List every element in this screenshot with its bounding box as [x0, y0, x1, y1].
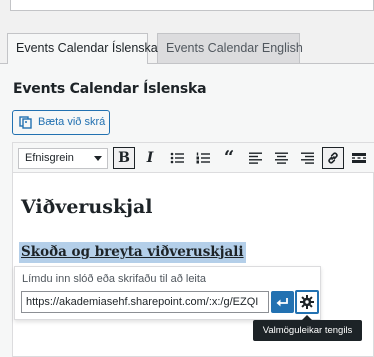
link-options-button[interactable] — [295, 290, 319, 314]
align-left-icon[interactable] — [244, 147, 266, 169]
apply-link-button[interactable] — [271, 291, 294, 313]
content-link-selected[interactable]: Skoða og breyta viðveruskjali — [19, 242, 246, 263]
bold-icon[interactable]: B — [113, 147, 135, 169]
content-heading: Viðveruskjal — [21, 196, 153, 218]
url-input[interactable]: https://akademiasehf.sharepoint.com/:x:/… — [21, 291, 269, 313]
field-title: Events Calendar Íslenska — [13, 81, 207, 97]
top-text-field[interactable] — [10, 0, 374, 11]
blockquote-icon[interactable]: “ — [218, 147, 240, 169]
enter-arrow-icon — [276, 297, 288, 306]
add-media-label: Bæta við skrá — [38, 116, 106, 128]
tab-events-calendar-english[interactable]: Events Calendar English — [157, 33, 303, 63]
gear-icon — [300, 295, 314, 309]
add-media-icon — [19, 116, 32, 129]
link-icon[interactable] — [322, 147, 344, 169]
format-select[interactable]: Efnisgrein — [18, 148, 108, 169]
read-more-icon[interactable] — [348, 147, 370, 169]
tab-events-calendar-islenska[interactable]: Events Calendar Íslenska — [7, 33, 158, 64]
italic-icon[interactable]: I — [139, 147, 161, 169]
add-media-button[interactable]: Bæta við skrá — [12, 110, 110, 135]
link-popup-hint: Límdu inn slóð eða skrifaðu til að leita — [22, 273, 207, 285]
link-options-tooltip: Valmöguleikar tengils — [253, 315, 362, 341]
chevron-down-icon — [94, 156, 102, 161]
numbered-list-icon[interactable] — [192, 147, 214, 169]
bulleted-list-icon[interactable] — [166, 147, 188, 169]
align-right-icon[interactable] — [296, 147, 318, 169]
align-center-icon[interactable] — [270, 147, 292, 169]
format-select-value: Efnisgrein — [25, 152, 74, 164]
